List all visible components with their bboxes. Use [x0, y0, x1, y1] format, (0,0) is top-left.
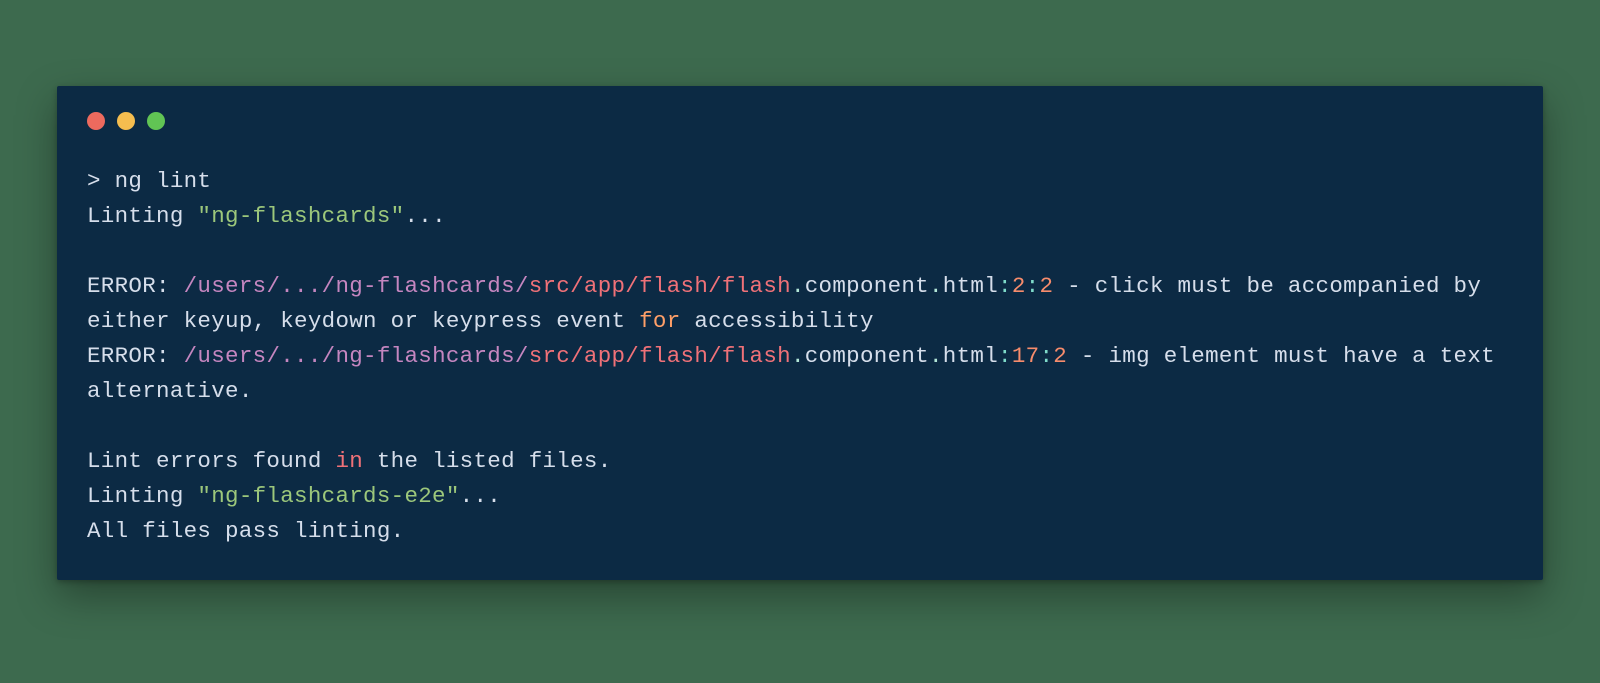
component-word-1: component [805, 273, 929, 299]
dot-2b: . [929, 343, 943, 369]
colon-loc-2a: : [998, 343, 1012, 369]
command-text: ng lint [115, 168, 212, 194]
colon-loc-1b: : [1026, 273, 1040, 299]
for-keyword: for [639, 308, 680, 334]
error-line-1: 2 [1012, 273, 1026, 299]
dash-1: - [1053, 273, 1094, 299]
error-label-2: ERROR [87, 343, 156, 369]
error-path-mid-1: src/app/flash/flash [529, 273, 791, 299]
in-keyword: in [335, 448, 363, 474]
error-path-base-2: /users/.../ng-flashcards/ [184, 343, 529, 369]
colon-2: : [156, 343, 184, 369]
minimize-icon[interactable] [117, 112, 135, 130]
dot-1a: . [791, 273, 805, 299]
all-pass-text: All files pass linting. [87, 518, 404, 544]
error-label-1: ERROR [87, 273, 156, 299]
dash-2: - [1067, 343, 1108, 369]
window-controls [87, 112, 1513, 130]
component-word-2: component [805, 343, 929, 369]
dot-2a: . [791, 343, 805, 369]
page-background: > ng lint Linting "ng-flashcards"... ERR… [0, 0, 1600, 683]
colon-1: : [156, 273, 184, 299]
error-line-2: 17 [1012, 343, 1040, 369]
html-word-1: html [943, 273, 998, 299]
prompt-symbol: > [87, 168, 115, 194]
terminal-output: > ng lint Linting "ng-flashcards"... ERR… [87, 164, 1513, 549]
close-icon[interactable] [87, 112, 105, 130]
error-col-2: 2 [1053, 343, 1067, 369]
ellipsis-1: ... [404, 203, 445, 229]
error-msg-1b: accessibility [681, 308, 874, 334]
summary-suffix: the listed files. [363, 448, 611, 474]
project-name-2: "ng-flashcards-e2e" [197, 483, 459, 509]
terminal-window: > ng lint Linting "ng-flashcards"... ERR… [57, 86, 1543, 580]
ellipsis-2: ... [460, 483, 501, 509]
html-word-2: html [943, 343, 998, 369]
error-col-1: 2 [1039, 273, 1053, 299]
dot-1b: . [929, 273, 943, 299]
linting-label: Linting [87, 203, 197, 229]
maximize-icon[interactable] [147, 112, 165, 130]
colon-loc-1a: : [998, 273, 1012, 299]
linting-label-2: Linting [87, 483, 197, 509]
summary-prefix: Lint errors found [87, 448, 335, 474]
project-name-1: "ng-flashcards" [197, 203, 404, 229]
colon-loc-2b: : [1039, 343, 1053, 369]
error-path-base-1: /users/.../ng-flashcards/ [184, 273, 529, 299]
error-path-mid-2: src/app/flash/flash [529, 343, 791, 369]
